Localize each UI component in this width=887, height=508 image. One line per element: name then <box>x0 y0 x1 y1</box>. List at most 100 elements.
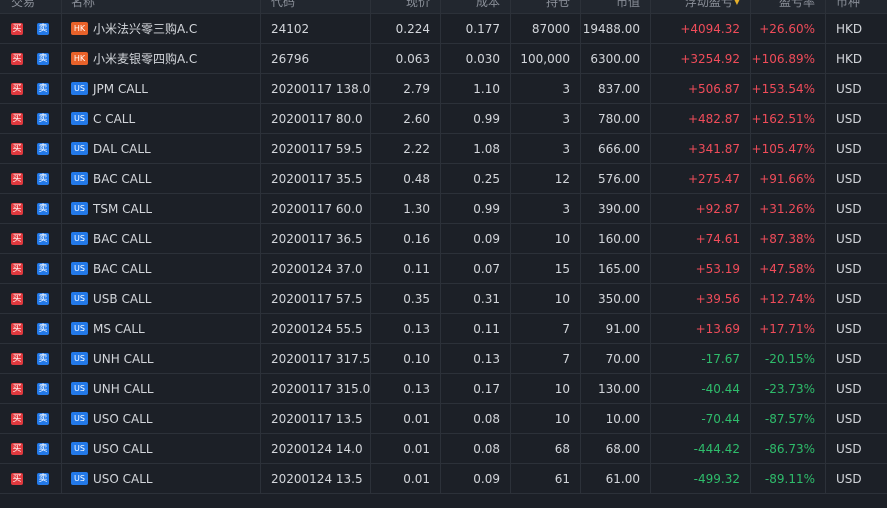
currency-cell: USD <box>836 111 862 126</box>
header-pnl[interactable]: 浮动盈亏 ▼ <box>651 0 751 13</box>
security-name: C CALL <box>93 111 136 126</box>
name-cell[interactable]: US JPM CALL <box>62 74 261 103</box>
table-row[interactable]: 买 卖 US JPM CALL 20200117 138.0 2.79 1.10… <box>0 74 887 104</box>
name-cell[interactable]: US DAL CALL <box>62 134 261 163</box>
pnl-cell: -70.44 <box>651 404 751 433</box>
sell-button[interactable]: 卖 <box>37 292 49 305</box>
table-row[interactable]: 买 卖 US BAC CALL 20200124 37.0 0.11 0.07 … <box>0 254 887 284</box>
cost-cell: 0.25 <box>441 164 511 193</box>
header-trade[interactable]: 交易 <box>0 0 62 13</box>
header-code[interactable]: 代码 <box>261 0 371 13</box>
qty-cell: 3 <box>511 104 581 133</box>
price-cell: 0.10 <box>371 344 441 373</box>
buy-button[interactable]: 买 <box>11 142 23 155</box>
price-cell: 2.79 <box>371 74 441 103</box>
name-cell[interactable]: US TSM CALL <box>62 194 261 223</box>
buy-button[interactable]: 买 <box>11 412 23 425</box>
table-row[interactable]: 买 卖 HK 小米法兴零三购A.C 24102 0.224 0.177 8700… <box>0 14 887 44</box>
table-row[interactable]: 买 卖 US UNH CALL 20200117 317.5 0.10 0.13… <box>0 344 887 374</box>
header-currency[interactable]: 币种 <box>826 0 887 13</box>
buy-button[interactable]: 买 <box>11 322 23 335</box>
table-row[interactable]: 买 卖 US USO CALL 20200117 13.5 0.01 0.08 … <box>0 404 887 434</box>
buy-button[interactable]: 买 <box>11 112 23 125</box>
name-cell[interactable]: US UNH CALL <box>62 344 261 373</box>
buy-button[interactable]: 买 <box>11 382 23 395</box>
market-value-cell: 160.00 <box>581 224 651 253</box>
buy-button[interactable]: 买 <box>11 52 23 65</box>
header-price[interactable]: 现价 <box>371 0 441 13</box>
sell-button[interactable]: 卖 <box>37 142 49 155</box>
cost-cell: 0.31 <box>441 284 511 313</box>
name-cell[interactable]: US USO CALL <box>62 404 261 433</box>
buy-button[interactable]: 买 <box>11 352 23 365</box>
sell-button[interactable]: 卖 <box>37 22 49 35</box>
table-row[interactable]: 买 卖 US USO CALL 20200124 14.0 0.01 0.08 … <box>0 434 887 464</box>
price-cell: 0.01 <box>371 464 441 493</box>
table-row[interactable]: 买 卖 HK 小米麦银零四购A.C 26796 0.063 0.030 100,… <box>0 44 887 74</box>
market-value-cell: 390.00 <box>581 194 651 223</box>
sell-button[interactable]: 卖 <box>37 232 49 245</box>
name-cell[interactable]: US USO CALL <box>62 434 261 463</box>
sell-button[interactable]: 卖 <box>37 322 49 335</box>
buy-button[interactable]: 买 <box>11 472 23 485</box>
name-cell[interactable]: US BAC CALL <box>62 254 261 283</box>
name-cell[interactable]: HK 小米麦银零四购A.C <box>62 44 261 73</box>
table-row[interactable]: 买 卖 US BAC CALL 20200117 35.5 0.48 0.25 … <box>0 164 887 194</box>
buy-button[interactable]: 买 <box>11 82 23 95</box>
market-value-cell: 666.00 <box>581 134 651 163</box>
table-row[interactable]: 买 卖 US TSM CALL 20200117 60.0 1.30 0.99 … <box>0 194 887 224</box>
name-cell[interactable]: US BAC CALL <box>62 164 261 193</box>
market-badge: US <box>71 382 88 395</box>
table-row[interactable]: 买 卖 US USB CALL 20200117 57.5 0.35 0.31 … <box>0 284 887 314</box>
trade-cell: 买 卖 <box>0 404 62 433</box>
table-row[interactable]: 买 卖 US BAC CALL 20200117 36.5 0.16 0.09 … <box>0 224 887 254</box>
cost-cell: 0.177 <box>441 14 511 43</box>
sell-button[interactable]: 卖 <box>37 82 49 95</box>
name-cell[interactable]: HK 小米法兴零三购A.C <box>62 14 261 43</box>
name-cell[interactable]: US USO CALL <box>62 464 261 493</box>
name-cell[interactable]: US BAC CALL <box>62 224 261 253</box>
buy-button[interactable]: 买 <box>11 232 23 245</box>
security-name: USB CALL <box>93 291 152 306</box>
sell-button[interactable]: 卖 <box>37 442 49 455</box>
pnl-cell: +74.61 <box>651 224 751 253</box>
sell-button[interactable]: 卖 <box>37 262 49 275</box>
sort-desc-icon[interactable]: ▼ <box>734 0 740 6</box>
sell-button[interactable]: 卖 <box>37 52 49 65</box>
name-cell[interactable]: US USB CALL <box>62 284 261 313</box>
table-row[interactable]: 买 卖 US C CALL 20200117 80.0 2.60 0.99 3 … <box>0 104 887 134</box>
pnl-ratio-cell: -86.73% <box>751 434 826 463</box>
header-cost[interactable]: 成本 <box>441 0 511 13</box>
header-name[interactable]: 名称 <box>62 0 261 13</box>
market-value-cell: 780.00 <box>581 104 651 133</box>
sell-button[interactable]: 卖 <box>37 112 49 125</box>
sell-button[interactable]: 卖 <box>37 382 49 395</box>
price-cell: 0.224 <box>371 14 441 43</box>
buy-button[interactable]: 买 <box>11 262 23 275</box>
sell-button[interactable]: 卖 <box>37 172 49 185</box>
buy-button[interactable]: 买 <box>11 292 23 305</box>
buy-button[interactable]: 买 <box>11 22 23 35</box>
sell-button[interactable]: 卖 <box>37 352 49 365</box>
table-header: 交易 名称 代码 现价 成本 持仓 市值 浮动盈亏 ▼ 盈亏率 币种 <box>0 0 887 14</box>
sell-button[interactable]: 卖 <box>37 412 49 425</box>
buy-button[interactable]: 买 <box>11 172 23 185</box>
table-row[interactable]: 买 卖 US UNH CALL 20200117 315.0 0.13 0.17… <box>0 374 887 404</box>
header-market-value[interactable]: 市值 <box>581 0 651 13</box>
table-row[interactable]: 买 卖 US DAL CALL 20200117 59.5 2.22 1.08 … <box>0 134 887 164</box>
trade-cell: 买 卖 <box>0 164 62 193</box>
name-cell[interactable]: US UNH CALL <box>62 374 261 403</box>
header-pnl-ratio[interactable]: 盈亏率 <box>751 0 826 13</box>
buy-button[interactable]: 买 <box>11 202 23 215</box>
table-row[interactable]: 买 卖 US MS CALL 20200124 55.5 0.13 0.11 7… <box>0 314 887 344</box>
currency-cell: USD <box>836 141 862 156</box>
name-cell[interactable]: US C CALL <box>62 104 261 133</box>
sell-button[interactable]: 卖 <box>37 472 49 485</box>
qty-cell: 10 <box>511 284 581 313</box>
sell-button[interactable]: 卖 <box>37 202 49 215</box>
header-qty[interactable]: 持仓 <box>511 0 581 13</box>
pnl-cell: +13.69 <box>651 314 751 343</box>
buy-button[interactable]: 买 <box>11 442 23 455</box>
table-row[interactable]: 买 卖 US USO CALL 20200124 13.5 0.01 0.09 … <box>0 464 887 494</box>
name-cell[interactable]: US MS CALL <box>62 314 261 343</box>
